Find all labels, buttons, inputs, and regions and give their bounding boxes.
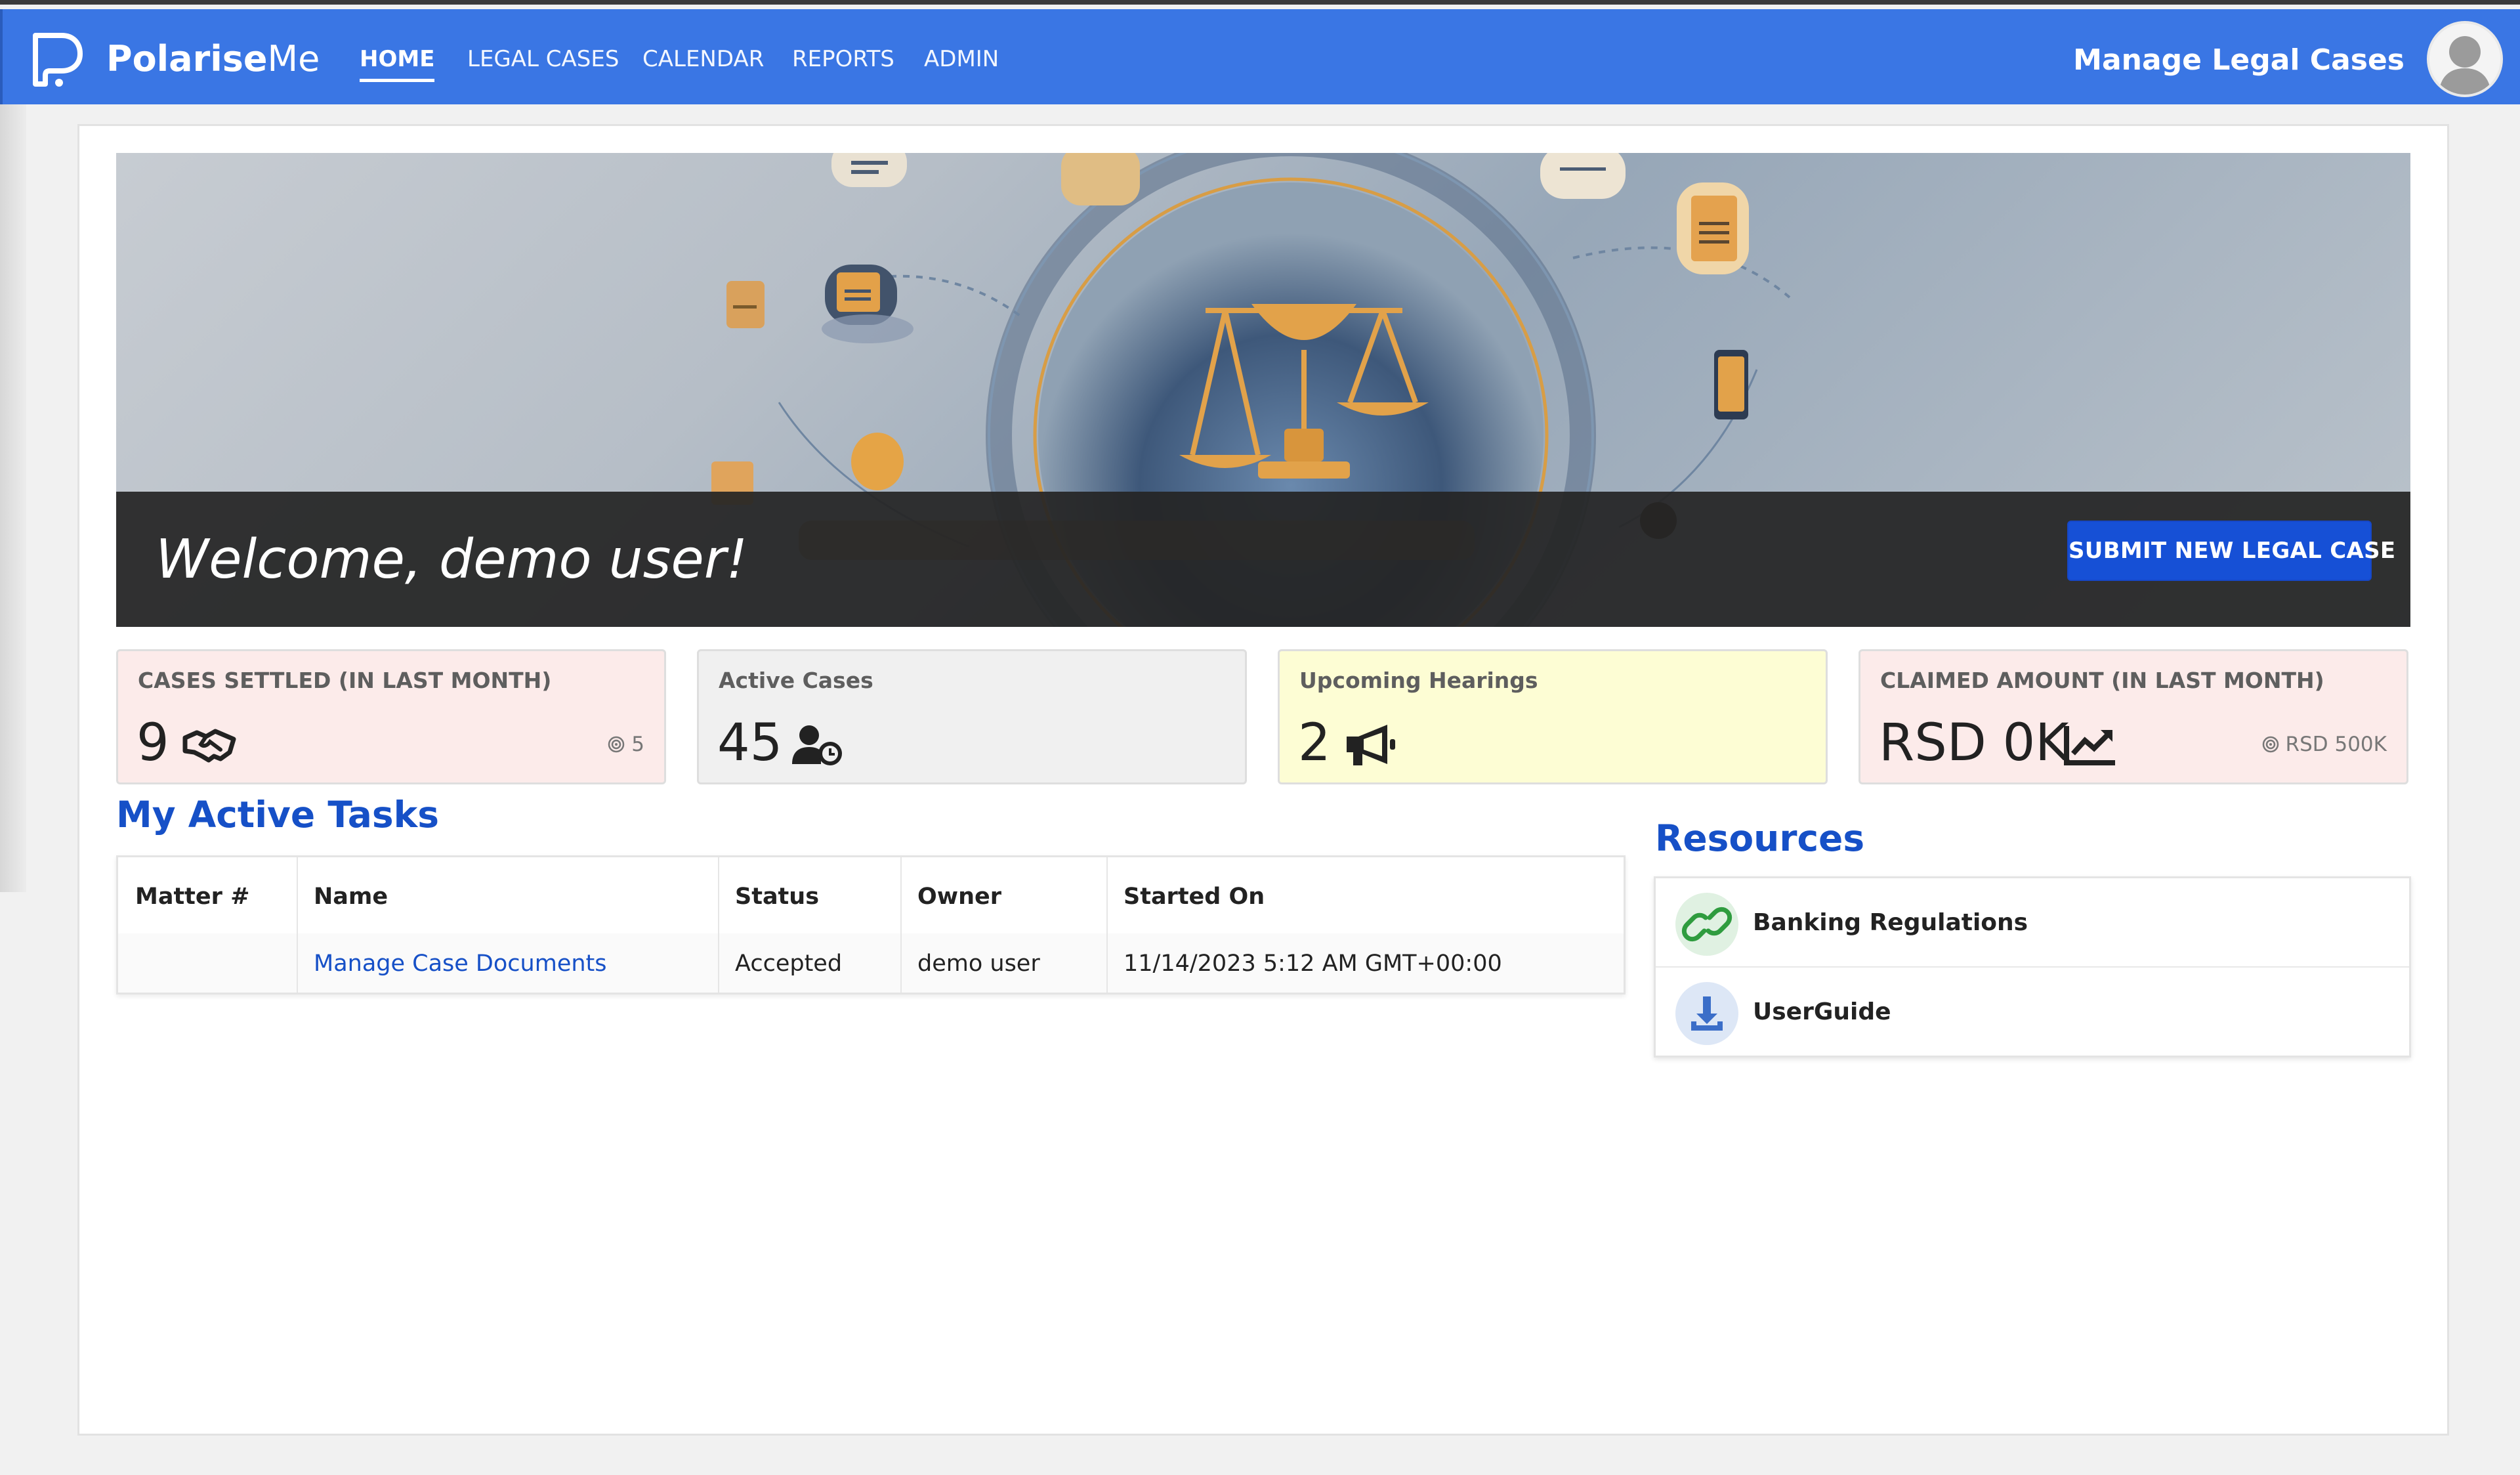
handshake-icon: [182, 729, 236, 763]
nav-reports-label: REPORTS: [792, 46, 894, 72]
polariseme-logo-icon[interactable]: [26, 29, 87, 89]
stat-label: Active Cases: [719, 668, 873, 693]
sidebar-shadow: [0, 104, 26, 892]
stat-card-active-cases: Active Cases 45: [697, 649, 1247, 784]
task-link-manage-case-documents[interactable]: Manage Case Documents: [314, 949, 607, 978]
nav-legal-cases[interactable]: LEGAL CASES: [467, 46, 619, 72]
nav-active-underline: [360, 79, 435, 82]
stat-target-value: 5: [631, 733, 644, 756]
stat-value: RSD 0K: [1879, 714, 2069, 773]
column-header-owner[interactable]: Owner: [917, 882, 1001, 911]
target-icon: [2262, 736, 2278, 753]
column-header-started-on[interactable]: Started On: [1124, 882, 1265, 911]
resource-label: Banking Regulations: [1753, 909, 2028, 936]
stat-value: 9: [136, 714, 169, 773]
cell-status: Accepted: [735, 951, 843, 977]
target-icon: [608, 736, 625, 753]
resource-banking-regulations[interactable]: Banking Regulations: [1656, 878, 2409, 966]
download-icon: [1675, 982, 1738, 1045]
link-icon: [1675, 893, 1738, 956]
submit-new-legal-case-button[interactable]: SUBMIT NEW LEGAL CASE: [2067, 521, 2395, 581]
page-footer-gutter: [0, 1436, 2520, 1475]
nav-calendar-label: CALENDAR: [642, 46, 765, 72]
resource-userguide[interactable]: UserGuide: [1656, 966, 2409, 1056]
nav-home[interactable]: HOME: [360, 46, 435, 82]
stat-value: 45: [717, 714, 783, 773]
column-divider: [718, 857, 719, 993]
brand-name-light: Me: [267, 38, 320, 79]
column-header-matter[interactable]: Matter #: [135, 882, 249, 911]
stat-target: RSD 500K: [2262, 731, 2387, 758]
stat-target: 5: [608, 731, 644, 758]
megaphone-icon: [1347, 725, 1395, 765]
nav-admin-label: ADMIN: [924, 46, 999, 72]
cell-owner: demo user: [917, 951, 1040, 977]
tasks-table: Matter # Name Status Owner Started On Ma…: [116, 855, 1626, 994]
welcome-message: Welcome, demo user!: [156, 528, 748, 591]
stat-label: CASES SETTLED (IN LAST MONTH): [138, 668, 552, 693]
brand-name-bold: Polarise: [106, 38, 268, 79]
column-divider: [1106, 857, 1108, 993]
stat-value: 2: [1298, 714, 1331, 773]
resource-label: UserGuide: [1753, 998, 1891, 1025]
nav-legal-cases-label: LEGAL CASES: [467, 46, 620, 72]
brand-name[interactable]: PolariseMe: [106, 39, 320, 79]
stat-label: CLAIMED AMOUNT (IN LAST MONTH): [1880, 668, 2324, 693]
chart-line-icon: [2064, 726, 2115, 765]
resources-section-title: Resources: [1655, 817, 1865, 859]
application-window: PolariseMe HOME LEGAL CASES CALENDAR REP…: [0, 0, 2520, 1475]
user-avatar[interactable]: [2427, 21, 2503, 97]
top-navbar: PolariseMe HOME LEGAL CASES CALENDAR REP…: [0, 9, 2520, 104]
hero-banner: Welcome, demo user!: [116, 153, 2410, 627]
nav-calendar[interactable]: CALENDAR: [642, 46, 764, 72]
user-clock-icon: [792, 725, 842, 765]
nav-reports[interactable]: REPORTS: [792, 46, 894, 72]
nav-home-label: HOME: [360, 46, 435, 72]
cell-started-on: 11/14/2023 5:12 AM GMT+00:00: [1124, 951, 1502, 977]
stat-card-upcoming-hearings: Upcoming Hearings 2: [1278, 649, 1828, 784]
page-title: Manage Legal Cases: [2073, 43, 2404, 77]
stat-target-value: RSD 500K: [2285, 733, 2387, 756]
stat-card-cases-settled: CASES SETTLED (IN LAST MONTH) 9 5: [116, 649, 666, 784]
column-header-status[interactable]: Status: [735, 882, 819, 911]
column-header-name[interactable]: Name: [314, 882, 388, 911]
column-divider: [297, 857, 298, 993]
user-silhouette-icon: [2429, 24, 2500, 95]
column-divider: [900, 857, 902, 993]
stat-card-claimed-amount: CLAIMED AMOUNT (IN LAST MONTH) RSD 0K RS…: [1858, 649, 2408, 784]
nav-admin[interactable]: ADMIN: [924, 46, 999, 72]
tasks-section-title: My Active Tasks: [116, 794, 439, 836]
stat-label: Upcoming Hearings: [1299, 668, 1538, 693]
resources-list: Banking Regulations UserGuide: [1654, 876, 2411, 1058]
